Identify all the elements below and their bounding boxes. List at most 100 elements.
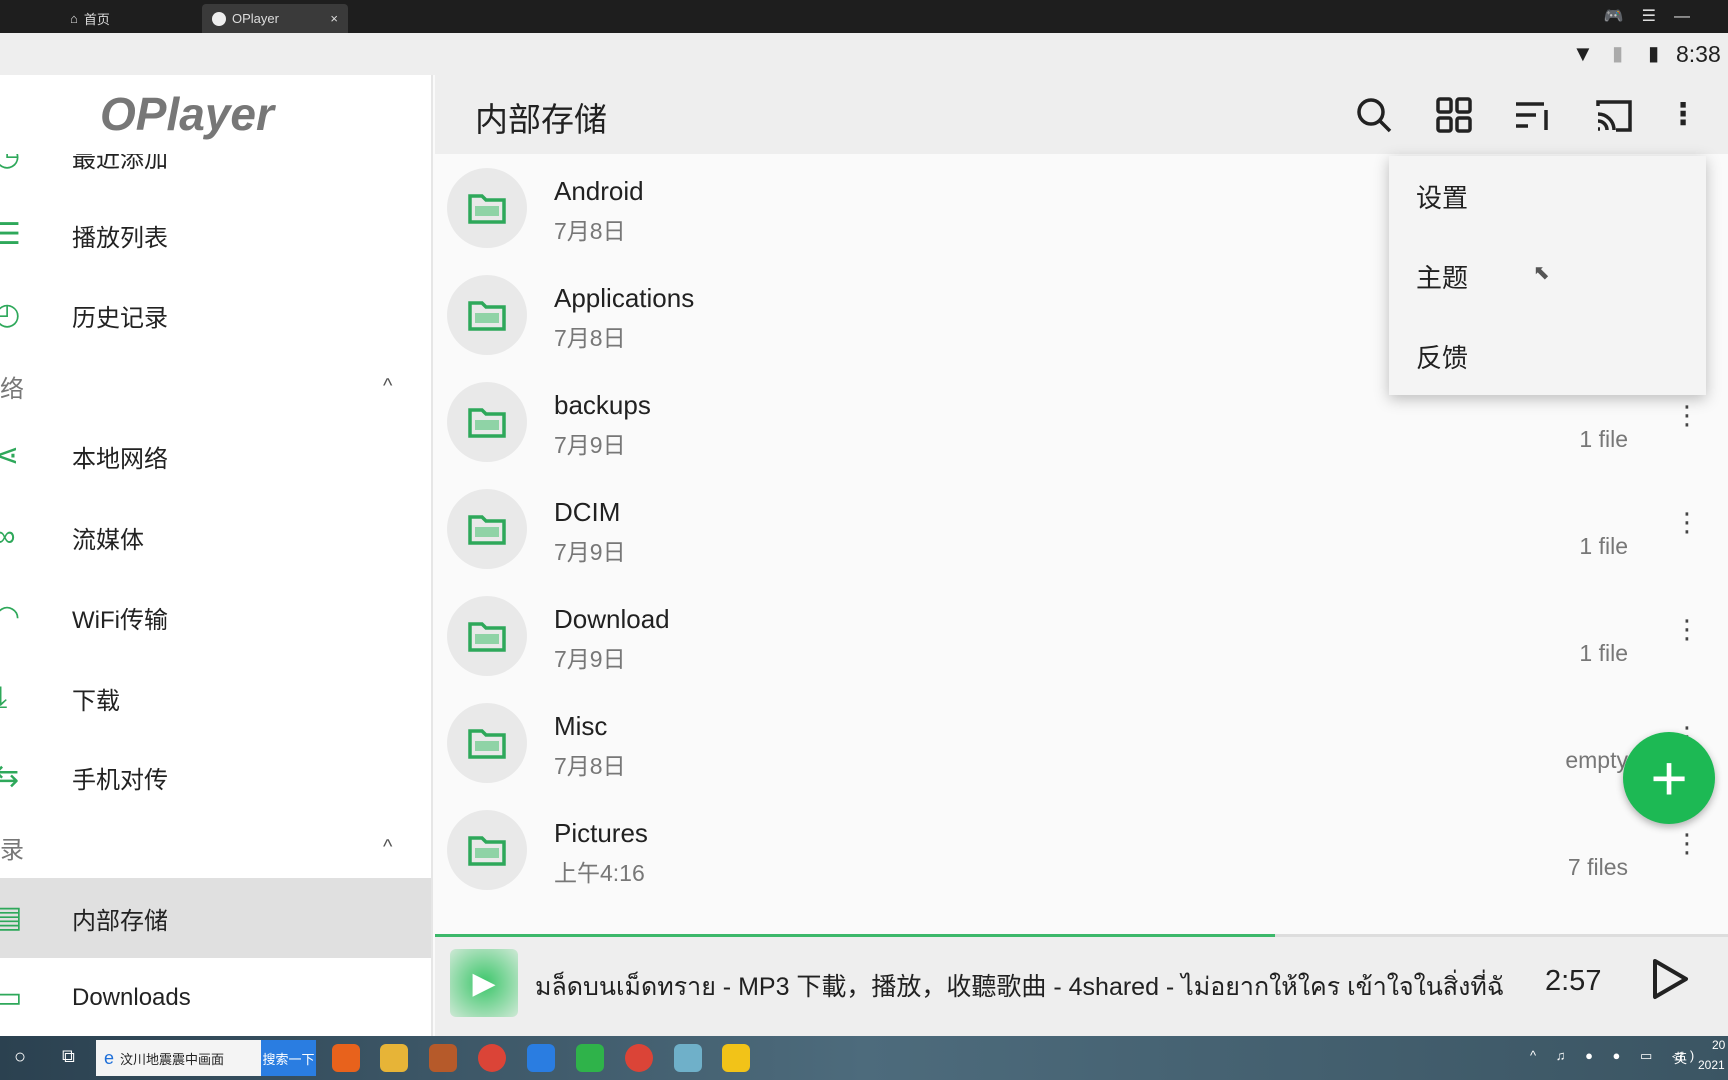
sidebar-item-playlist[interactable]: ☰播放列表	[0, 195, 431, 275]
android-status-bar: ▼ ▮ ▮ 8:38	[0, 33, 1728, 75]
play-icon	[1653, 959, 1688, 999]
folder-date: 7月8日	[554, 325, 626, 351]
emulator-icon[interactable]	[722, 1044, 750, 1072]
wifi-icon: ▼	[1572, 41, 1594, 66]
windows-taskbar: ○ ⧉ e 汶川地震震中画面 搜索一下 ^ ♫ ● ● ▭ ◁) 英 20 202…	[0, 1036, 1728, 1080]
tab-home[interactable]: ⌂ 首页	[60, 4, 120, 33]
sort-button[interactable]	[1512, 93, 1556, 137]
file-explorer-icon[interactable]	[380, 1044, 408, 1072]
grid-view-button[interactable]	[1432, 93, 1476, 137]
navigation-drawer: OPlayer ◷最近添加 ☰播放列表 ◴历史记录 络^ ⋖本地网络 ∞流媒体 …	[0, 75, 433, 1036]
app-bar: 内部存储 ⋮	[435, 75, 1728, 154]
cast-button[interactable]	[1592, 93, 1636, 137]
folder-row[interactable]: DCIM 7月9日 1 file ⋮	[435, 475, 1728, 582]
clock: 8:38	[1676, 41, 1721, 67]
sidebar-item-local-network[interactable]: ⋖本地网络	[0, 416, 431, 496]
link-icon: ∞	[0, 517, 34, 557]
add-button[interactable]: +	[1623, 732, 1715, 824]
history-icon: ◴	[0, 295, 34, 335]
folder-row[interactable]: Pictures 上午4:16 7 files ⋮	[435, 796, 1728, 903]
bird-app-icon[interactable]	[527, 1044, 555, 1072]
menu-item-theme[interactable]: 主题	[1416, 258, 1468, 295]
sidebar-item-phone-transfer[interactable]: ⇆手机对传	[0, 737, 431, 817]
no-sim-icon: ▮	[1612, 43, 1624, 65]
sidebar-item-download[interactable]: ⤓下载	[0, 658, 431, 738]
close-tab-icon[interactable]: ×	[330, 11, 338, 26]
chevron-up-icon[interactable]: ^	[383, 375, 392, 398]
firefox-icon[interactable]	[332, 1044, 360, 1072]
more-vert-icon[interactable]: ⋮	[1674, 830, 1700, 856]
notes-icon[interactable]	[674, 1044, 702, 1072]
sort-icon	[1516, 102, 1548, 130]
album-art-play-icon: ▶	[450, 949, 518, 1017]
chevron-up-icon[interactable]: ^	[383, 836, 392, 859]
search-submit-button[interactable]: 搜索一下	[261, 1040, 316, 1076]
oplayer-logo: OPlayer	[100, 88, 274, 140]
search-icon	[1357, 98, 1392, 133]
download-icon: ⤓	[0, 678, 34, 718]
folder-date: 7月9日	[554, 646, 626, 672]
search-button[interactable]	[1352, 93, 1396, 137]
folder-count: empty	[1565, 747, 1628, 773]
more-vert-icon[interactable]: ⋮	[1674, 616, 1700, 642]
folder-name: backups	[554, 390, 651, 420]
sidebar-item-internal-storage[interactable]: ▤内部存储	[0, 878, 431, 958]
ime-indicator[interactable]: 英	[1674, 1048, 1687, 1067]
folder-row[interactable]: Download 7月9日 1 file ⋮	[435, 582, 1728, 689]
mouse-cursor-icon: ⬉	[1533, 262, 1550, 284]
sidebar-item-wifi-transfer[interactable]: ◠WiFi传输	[0, 577, 431, 657]
playlist-icon: ☰	[0, 215, 34, 255]
grid-view-icon	[1436, 97, 1472, 133]
more-vert-icon: ⋮	[1668, 98, 1698, 131]
transfer-icon: ⇆	[0, 757, 34, 797]
cast-icon	[1596, 100, 1632, 132]
battery-charging-icon: ▮	[1648, 43, 1660, 65]
page-title: 内部存储	[475, 101, 607, 138]
folder-icon	[447, 382, 527, 462]
folder-row[interactable]: Misc 7月8日 empty ⋮	[435, 689, 1728, 796]
sidebar-item-downloads[interactable]: ▭Downloads	[0, 958, 431, 1036]
folder-icon	[447, 168, 527, 248]
oplayer-icon	[212, 11, 226, 26]
more-options-button[interactable]: ⋮	[1661, 93, 1705, 137]
sidebar-item-streaming[interactable]: ∞流媒体	[0, 497, 431, 577]
folder-name: Android	[554, 176, 644, 206]
wifi-icon: ◠	[0, 597, 34, 637]
section-directory[interactable]: 录 ^	[0, 807, 431, 887]
storage-icon: ▤	[0, 898, 34, 938]
menu-item-feedback[interactable]: 反馈	[1416, 338, 1468, 375]
menu-item-settings[interactable]: 设置	[1416, 178, 1468, 215]
task-view-icon[interactable]: ⧉	[62, 1046, 75, 1067]
mini-player[interactable]: ▶ มล็ดบนเม็ดทราย - MP3 下載，播放，收聽歌曲 - 4sha…	[435, 937, 1728, 1036]
app-icon[interactable]	[429, 1044, 457, 1072]
folder-name: DCIM	[554, 497, 621, 527]
more-vert-icon[interactable]: ⋮	[1674, 402, 1700, 428]
window-controls[interactable]: 🎮☰—	[1604, 6, 1708, 26]
ie-icon: e	[104, 1047, 115, 1068]
wechat-icon[interactable]	[576, 1044, 604, 1072]
folder-icon	[447, 596, 527, 676]
home-icon: ⌂	[70, 11, 78, 26]
overflow-menu: 设置 主题 反馈 ⬉	[1389, 156, 1706, 395]
folder-date: 上午4:16	[554, 860, 645, 886]
playback-time: 2:57	[1545, 965, 1602, 997]
section-network[interactable]: 络 ^	[0, 346, 431, 426]
folder-name: Pictures	[554, 818, 648, 848]
folder-name: Download	[554, 604, 670, 634]
folder-date: 7月8日	[554, 753, 626, 779]
play-button[interactable]	[1650, 957, 1700, 1007]
folder-count: 7 files	[1567, 854, 1628, 880]
taskbar-clock[interactable]: 20	[1712, 1038, 1725, 1052]
plus-icon: +	[1650, 742, 1688, 814]
taskbar-date[interactable]: 2021	[1698, 1058, 1725, 1072]
taskbar-search[interactable]: e 汶川地震震中画面	[96, 1040, 261, 1076]
more-vert-icon[interactable]: ⋮	[1674, 509, 1700, 535]
downloads-folder-icon: ▭	[0, 978, 34, 1018]
folder-icon	[447, 489, 527, 569]
chrome-icon[interactable]	[625, 1044, 653, 1072]
folder-name: Misc	[554, 711, 608, 741]
start-icon[interactable]: ○	[14, 1046, 26, 1069]
chrome-icon[interactable]	[478, 1044, 506, 1072]
sidebar-item-history[interactable]: ◴历史记录	[0, 275, 431, 355]
tab-oplayer[interactable]: OPlayer ×	[202, 4, 348, 33]
